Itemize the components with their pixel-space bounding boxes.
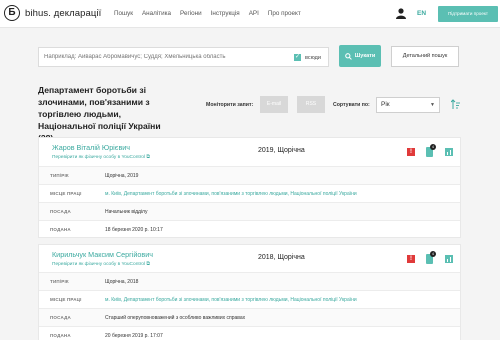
workplace-link[interactable]: м. Київ, Департамент боротьби зі злочина… <box>105 297 357 303</box>
row-value: Старший оперуповноважений з особливо важ… <box>105 314 246 321</box>
sort-select[interactable]: Рік ▼ <box>376 97 440 113</box>
row-value: 18 березня 2020 р. 10:17 <box>105 226 163 233</box>
table-row: ТИП/РІК Щорічна, 2019 <box>39 166 460 184</box>
search-input[interactable] <box>44 54 284 60</box>
result-card: Жаров Віталій Юрієвич Перевірити як фізи… <box>38 137 461 238</box>
table-row: ПОДАНА 18 березня 2020 р. 10:17 <box>39 220 460 238</box>
sort-order-icon[interactable] <box>451 99 460 110</box>
chart-icon[interactable] <box>445 255 453 263</box>
row-value: Щорічна, 2019 <box>105 172 139 179</box>
nav-item-search[interactable]: Пошук <box>114 10 133 17</box>
declaration-year-type: 2019, Щорічна <box>258 147 305 154</box>
workplace-link[interactable]: м. Київ, Департамент боротьби зі злочина… <box>105 191 357 197</box>
search-button[interactable]: Шукати <box>339 45 381 67</box>
sort-label: Сортувати по: <box>333 102 370 108</box>
document-count-badge: 4 <box>430 251 436 257</box>
support-project-button[interactable]: Підтримати проект <box>438 6 498 22</box>
search-bar: ✓ всюди <box>38 47 329 67</box>
rss-subscribe-button[interactable]: RSS <box>297 96 325 113</box>
row-label: МІСЦЕ ПРАЦІ <box>50 191 82 196</box>
email-subscribe-button[interactable]: E-mail <box>260 96 288 113</box>
youcontrol-link-text: Перевірити як фізичну особу в YouControl <box>52 155 146 160</box>
table-row: ПОСАДА Начальник відділу <box>39 202 460 220</box>
declarant-name-link[interactable]: Кирильчук Максим Сергійович <box>52 250 153 259</box>
table-row: ПОДАНА 20 березня 2019 р. 17:07 <box>39 326 460 340</box>
row-label: ПОСАДА <box>50 209 71 214</box>
sort-select-value: Рік <box>381 101 390 108</box>
warning-icon[interactable]: ! <box>407 148 415 156</box>
row-label: ПОДАНА <box>50 227 71 232</box>
everywhere-checkbox-label: всюди <box>305 55 321 61</box>
youcontrol-link-text: Перевірити як фізичну особу в YouControl <box>52 262 146 267</box>
page-title: Департамент боротьби зі злочинами, пов'я… <box>38 85 161 143</box>
search-icon <box>344 52 352 60</box>
nav-item-api[interactable]: API <box>249 10 259 17</box>
search-button-label: Шукати <box>354 53 376 59</box>
youcontrol-link[interactable]: Перевірити як фізичну особу в YouControl… <box>52 261 150 267</box>
top-header: Б bihus. декларації Пошук Аналітика Регі… <box>0 0 500 28</box>
table-row: ТИП/РІК Щорічна, 2018 <box>39 272 460 290</box>
row-value: Начальник відділу <box>105 208 148 215</box>
row-label: ПОСАДА <box>50 315 71 320</box>
declarant-name-link[interactable]: Жаров Віталій Юрієвич <box>52 143 130 152</box>
user-icon[interactable] <box>396 8 406 19</box>
nav-item-about[interactable]: Про проект <box>268 10 301 17</box>
advanced-search-button[interactable]: Детальний пошук <box>391 46 459 67</box>
logo-text[interactable]: bihus. декларації <box>25 8 101 19</box>
table-row: ПОСАДА Старший оперуповноважений з особл… <box>39 308 460 326</box>
nav-item-analytics[interactable]: Аналітика <box>142 10 171 17</box>
nav-item-regions[interactable]: Регіони <box>180 10 202 17</box>
external-link-icon: ⧉ <box>146 262 150 267</box>
table-row: МІСЦЕ ПРАЦІ м. Київ, Департамент боротьб… <box>39 184 460 202</box>
external-link-icon: ⧉ <box>146 155 150 160</box>
row-value: Щорічна, 2018 <box>105 278 139 285</box>
chart-icon[interactable] <box>445 148 453 156</box>
warning-icon[interactable]: ! <box>407 255 415 263</box>
row-label: ПОДАНА <box>50 333 71 338</box>
declaration-year-type: 2018, Щорічна <box>258 254 305 261</box>
everywhere-checkbox[interactable]: ✓ <box>294 54 301 61</box>
main-nav: Пошук Аналітика Регіони Інструкція API П… <box>114 10 310 17</box>
row-label: МІСЦЕ ПРАЦІ <box>50 297 82 302</box>
row-value: 20 березня 2019 р. 17:07 <box>105 332 163 339</box>
chevron-down-icon: ▼ <box>430 102 435 108</box>
youcontrol-link[interactable]: Перевірити як фізичну особу в YouControl… <box>52 154 150 160</box>
table-row: МІСЦЕ ПРАЦІ м. Київ, Департамент боротьб… <box>39 290 460 308</box>
language-switch[interactable]: EN <box>417 10 426 17</box>
row-label: ТИП/РІК <box>50 173 69 178</box>
result-card: Кирильчук Максим Сергійович Перевірити я… <box>38 244 461 340</box>
logo-icon[interactable]: Б <box>4 5 20 21</box>
monitor-label: Моніторити запит: <box>206 102 254 108</box>
row-label: ТИП/РІК <box>50 279 69 284</box>
document-count-badge: 4 <box>430 144 436 150</box>
nav-item-instructions[interactable]: Інструкція <box>211 10 240 17</box>
